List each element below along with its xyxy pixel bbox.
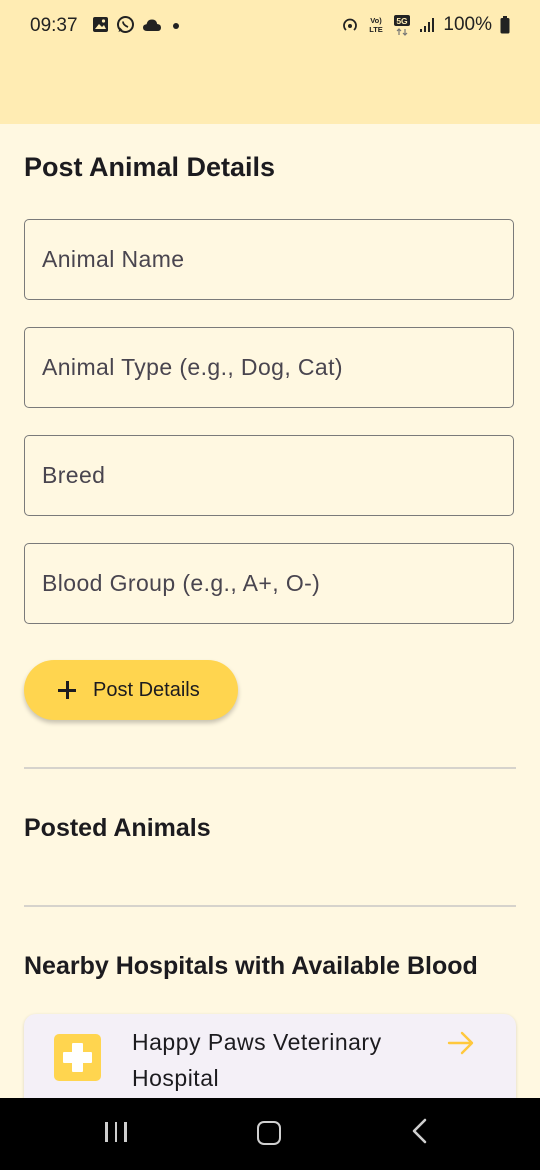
- divider-1: [24, 767, 516, 769]
- hospital-name: Happy Paws Veterinary Hospital: [132, 1029, 382, 1091]
- arrow-right-icon[interactable]: [446, 1030, 476, 1056]
- back-icon[interactable]: [410, 1118, 430, 1144]
- cloud-icon: [143, 19, 161, 31]
- status-icons-left: [92, 15, 183, 34]
- animal-name-field[interactable]: [24, 219, 514, 300]
- battery-icon: [500, 16, 510, 34]
- svg-text:5G: 5G: [397, 16, 409, 26]
- gallery-icon: [93, 17, 108, 32]
- system-nav-bar: [0, 1098, 540, 1170]
- post-details-button[interactable]: Post Details: [24, 660, 238, 720]
- app-bar: [0, 52, 540, 124]
- post-details-label: Post Details: [93, 678, 200, 701]
- status-time: 09:37: [30, 15, 78, 36]
- hospital-icon: [54, 1034, 101, 1081]
- posted-animals-title: Posted Animals: [24, 814, 211, 842]
- plus-icon: [57, 680, 77, 700]
- svg-text:Vo): Vo): [371, 16, 383, 25]
- hotspot-icon: [343, 18, 358, 31]
- home-icon[interactable]: [257, 1121, 281, 1145]
- 5g-icon: 5G: [394, 15, 411, 36]
- signal-icon: [420, 18, 435, 32]
- post-animal-title: Post Animal Details: [24, 152, 276, 182]
- animal-type-field[interactable]: [24, 327, 514, 408]
- status-icons-right: Vo) LTE 5G 100%: [341, 14, 510, 36]
- volte-icon: Vo) LTE: [370, 16, 384, 34]
- blood-group-field[interactable]: [24, 543, 514, 624]
- status-bar: 09:37 Vo) LTE 5G 100%: [0, 0, 540, 52]
- breed-input[interactable]: [25, 436, 513, 515]
- animal-type-input[interactable]: [25, 328, 513, 407]
- battery-percent: 100%: [443, 14, 492, 35]
- divider-2: [24, 905, 516, 907]
- dot-icon: [173, 22, 179, 29]
- hospitals-title: Nearby Hospitals with Available Blood: [24, 952, 478, 980]
- whatsapp-icon: [117, 16, 134, 33]
- animal-name-input[interactable]: [25, 220, 513, 299]
- blood-group-input[interactable]: [25, 544, 513, 623]
- svg-text:LTE: LTE: [370, 25, 384, 34]
- recents-icon[interactable]: [105, 1122, 127, 1142]
- breed-field[interactable]: [24, 435, 514, 516]
